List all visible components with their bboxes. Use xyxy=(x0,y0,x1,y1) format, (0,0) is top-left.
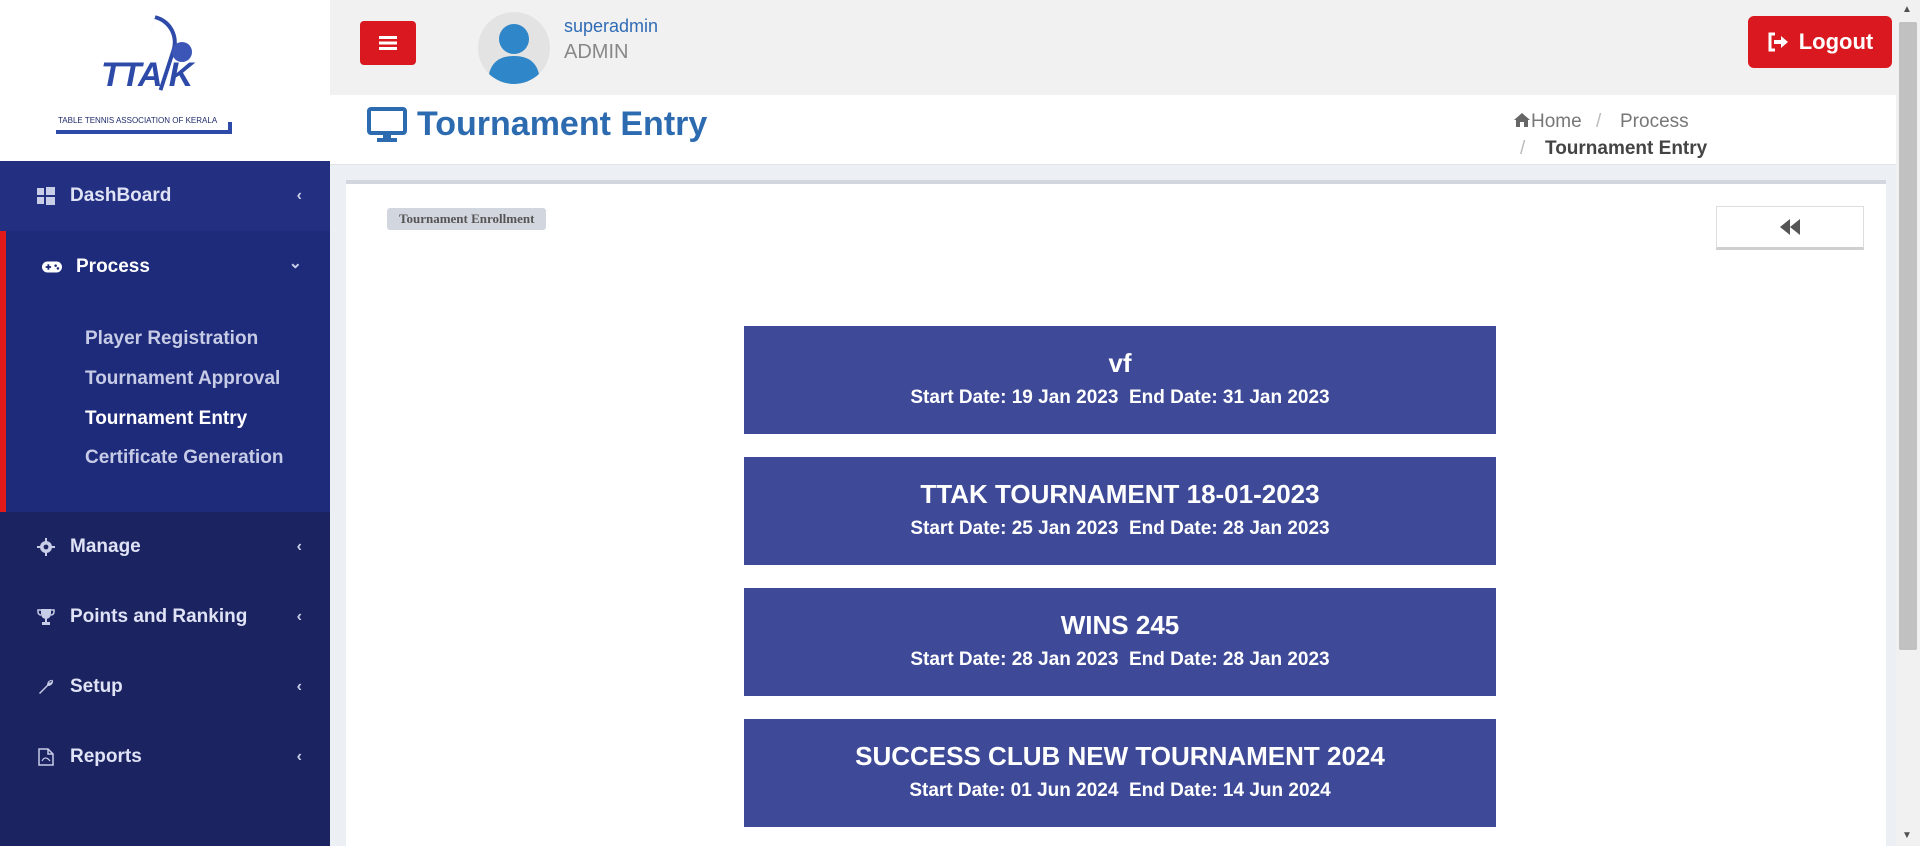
sidebar-item-manage[interactable]: Manage ‹ xyxy=(0,512,330,582)
logo-underline-tick xyxy=(228,122,232,134)
tournament-dates: Start Date: 01 Jun 2024 End Date: 14 Jun… xyxy=(909,780,1331,801)
breadcrumb-process[interactable]: Process xyxy=(1620,111,1689,133)
scrollbar-thumb[interactable] xyxy=(1899,22,1917,650)
home-icon xyxy=(1514,113,1530,127)
tournament-name: WINS 245 xyxy=(1060,610,1180,640)
sidebar-item-reports[interactable]: Reports ‹ xyxy=(0,722,330,792)
page-title: Tournament Entry xyxy=(417,105,708,143)
tournament-name: vf xyxy=(1108,348,1132,378)
section-label: Tournament Enrollment xyxy=(387,208,547,230)
chevron-down-icon: ⌄ xyxy=(288,255,302,272)
avatar[interactable] xyxy=(478,12,550,84)
logo-area: TTA K TABLE TENNIS ASSOCIATION OF KERALA xyxy=(0,0,330,161)
scroll-up-arrow-icon[interactable]: ▲ xyxy=(1902,4,1912,15)
breadcrumb-home[interactable]: Home xyxy=(1513,111,1582,133)
breadcrumb-current: Tournament Entry xyxy=(1545,138,1708,159)
double-left-icon xyxy=(1780,219,1800,235)
sidebar-item-label: Setup xyxy=(70,676,123,697)
ttak-logo[interactable]: TTA K TABLE TENNIS ASSOCIATION OF KERALA xyxy=(56,15,236,144)
vertical-scrollbar[interactable]: ▲ ▼ xyxy=(1896,0,1920,846)
sidebar-item-label: Manage xyxy=(70,536,141,557)
gear-icon xyxy=(36,537,56,557)
tournament-card[interactable]: SUCCESS CLUB NEW TOURNAMENT 2024 Start D… xyxy=(744,719,1496,827)
sidebar-item-dashboard[interactable]: DashBoard ‹ xyxy=(0,161,330,231)
breadcrumb-separator: / xyxy=(1596,111,1602,132)
page-header: Tournament Entry Home / Process / Tourna… xyxy=(330,95,1896,165)
sidebar-item-process[interactable]: Process ⌄ xyxy=(6,231,330,303)
file-pdf-icon xyxy=(36,747,56,767)
sidebar-subitem-tournament-entry[interactable]: Tournament Entry xyxy=(85,408,247,430)
scroll-down-arrow-icon[interactable]: ▼ xyxy=(1902,830,1912,841)
breadcrumb-separator: / xyxy=(1520,138,1526,159)
logout-button[interactable]: Logout xyxy=(1748,16,1892,68)
sidebar-item-setup[interactable]: Setup ‹ xyxy=(0,652,330,722)
sidebar-subitem-certificate-generation[interactable]: Certificate Generation xyxy=(85,447,284,469)
windows-icon xyxy=(36,186,56,206)
logout-label: Logout xyxy=(1798,29,1874,54)
sidebar: TTA K TABLE TENNIS ASSOCIATION OF KERALA… xyxy=(0,0,330,846)
trophy-icon xyxy=(36,607,56,627)
sidebar-item-label: Process xyxy=(76,256,150,277)
chevron-left-icon: ‹ xyxy=(296,538,302,555)
top-bar: superadmin ADMIN Logout xyxy=(330,0,1896,95)
sidebar-item-points-and-ranking[interactable]: Points and Ranking ‹ xyxy=(0,582,330,652)
sidebar-group-process: Process ⌄ Player Registration Tournament… xyxy=(0,231,330,512)
sidebar-item-label: Reports xyxy=(70,746,142,767)
tournament-card[interactable]: TTAK TOURNAMENT 18-01-2023 Start Date: 2… xyxy=(744,457,1496,565)
tournament-dates: Start Date: 25 Jan 2023 End Date: 28 Jan… xyxy=(910,518,1330,539)
logo-underline xyxy=(56,130,232,134)
desktop-icon xyxy=(367,107,407,148)
tournament-card[interactable]: vf Start Date: 19 Jan 2023 End Date: 31 … xyxy=(744,326,1496,434)
logo-tagline: TABLE TENNIS ASSOCIATION OF KERALA xyxy=(58,116,218,125)
sign-out-icon xyxy=(1768,32,1788,52)
sidebar-nav: DashBoard ‹ Process ⌄ Player Registratio… xyxy=(0,161,330,792)
logo-text: TTA K xyxy=(101,56,193,94)
tournament-name: TTAK TOURNAMENT 18-01-2023 xyxy=(920,479,1320,509)
gamepad-icon xyxy=(42,257,62,277)
sidebar-item-label: DashBoard xyxy=(70,185,172,206)
chevron-left-icon: ‹ xyxy=(296,608,302,625)
tournament-card[interactable]: WINS 245 Start Date: 28 Jan 2023 End Dat… xyxy=(744,588,1496,696)
menu-toggle-button[interactable] xyxy=(360,21,416,65)
sidebar-subitem-player-registration[interactable]: Player Registration xyxy=(85,328,258,350)
main-content: Tournament Enrollment vf Start Date: 19 … xyxy=(346,180,1886,846)
wrench-icon xyxy=(36,677,56,697)
chevron-left-icon: ‹ xyxy=(296,187,302,204)
chevron-left-icon: ‹ xyxy=(296,748,302,765)
sidebar-subitem-tournament-approval[interactable]: Tournament Approval xyxy=(85,368,280,390)
chevron-left-icon: ‹ xyxy=(296,678,302,695)
hamburger-icon xyxy=(379,36,397,50)
tournament-dates: Start Date: 19 Jan 2023 End Date: 31 Jan… xyxy=(910,387,1330,408)
user-role: ADMIN xyxy=(564,41,629,63)
tournament-name: SUCCESS CLUB NEW TOURNAMENT 2024 xyxy=(855,741,1385,771)
back-button[interactable] xyxy=(1716,206,1864,250)
sidebar-item-label: Points and Ranking xyxy=(70,606,248,627)
tournament-dates: Start Date: 28 Jan 2023 End Date: 28 Jan… xyxy=(910,649,1330,670)
user-name: superadmin xyxy=(564,16,659,36)
